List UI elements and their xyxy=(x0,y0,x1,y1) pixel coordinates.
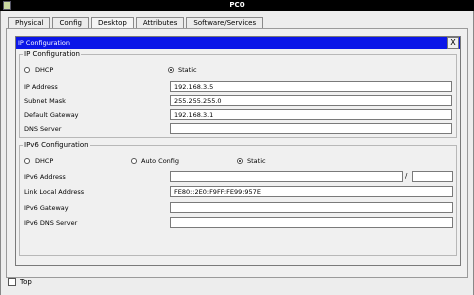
ipv6-static-radio[interactable] xyxy=(237,158,243,164)
ipv6-legend: IPv6 Configuration xyxy=(23,141,90,149)
ipv4-static-label: Static xyxy=(178,66,197,74)
ipv4-static-radio[interactable] xyxy=(168,67,174,73)
ipv6-gateway-label: IPv6 Gateway xyxy=(24,204,69,212)
default-gateway-label: Default Gateway xyxy=(24,111,79,119)
subnet-mask-label: Subnet Mask xyxy=(24,97,66,105)
title-bar: PC0 xyxy=(0,0,474,11)
ipv6-gateway-input[interactable] xyxy=(170,202,453,213)
subnet-mask-input[interactable]: 255.255.255.0 xyxy=(170,95,452,106)
ipv4-dhcp-label: DHCP xyxy=(35,66,54,74)
ipv6-auto-config-radio[interactable] xyxy=(131,158,137,164)
ipv6-dhcp-radio[interactable] xyxy=(24,158,30,164)
ipv6-address-input[interactable] xyxy=(170,171,403,182)
ipv6-dns-server-label: IPv6 DNS Server xyxy=(24,219,78,227)
ipv6-group: IPv6 Configuration DHCP Auto Config Stat… xyxy=(19,141,457,256)
ipv6-address-label: IPv6 Address xyxy=(24,173,66,181)
ipv6-dhcp-label: DHCP xyxy=(35,157,54,165)
ipv4-dhcp-radio[interactable] xyxy=(24,67,30,73)
desktop-panel: IP Configuration X IP Configuration DHCP… xyxy=(6,28,468,278)
ipv4-legend: IP Configuration xyxy=(23,50,81,58)
dns-server-input[interactable] xyxy=(170,123,452,134)
dialog-header: IP Configuration X xyxy=(16,37,460,49)
dns-server-label: DNS Server xyxy=(24,125,62,133)
link-local-address-label: Link Local Address xyxy=(24,188,85,196)
top-label: Top xyxy=(20,278,32,286)
top-checkbox[interactable] xyxy=(8,278,16,286)
close-button[interactable]: X xyxy=(447,37,459,49)
ip-address-label: IP Address xyxy=(24,83,58,91)
window-title: PC0 xyxy=(229,1,245,9)
dialog-title: IP Configuration xyxy=(18,39,70,47)
default-gateway-input[interactable]: 192.168.3.1 xyxy=(170,109,452,120)
ipv6-prefix-input[interactable] xyxy=(412,171,453,182)
prefix-separator: / xyxy=(405,172,408,180)
ipv6-static-label: Static xyxy=(247,157,266,165)
ipv6-auto-config-label: Auto Config xyxy=(141,157,180,165)
link-local-address-input[interactable]: FE80::2E0:F9FF:FE99:957E xyxy=(170,186,453,197)
ipv4-group: IP Configuration DHCP Static IP Address … xyxy=(19,50,457,138)
ipv6-dns-server-input[interactable] xyxy=(170,217,453,228)
window-body: Physical Config Desktop Attributes Softw… xyxy=(0,11,474,295)
ip-address-input[interactable]: 192.168.3.5 xyxy=(170,81,452,92)
ip-configuration-dialog: IP Configuration X IP Configuration DHCP… xyxy=(15,36,461,266)
